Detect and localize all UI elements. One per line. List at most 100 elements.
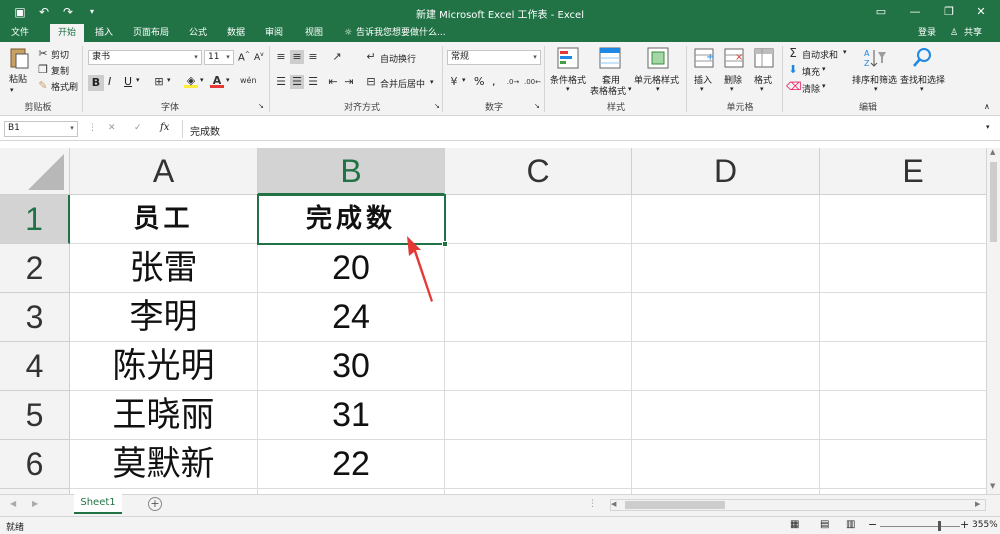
format-dropdown-icon[interactable]: ▾ bbox=[760, 85, 764, 93]
wrap-text-button[interactable]: 自动换行 bbox=[380, 52, 416, 65]
tab-page-layout[interactable]: 页面布局 bbox=[126, 24, 176, 42]
vertical-scrollbar[interactable]: ▲ ▼ bbox=[986, 148, 1000, 494]
increase-indent-icon[interactable]: ⇥ bbox=[342, 75, 356, 89]
column-header-e[interactable]: E bbox=[820, 148, 986, 195]
page-break-view-icon[interactable]: ▥ bbox=[846, 519, 855, 530]
format-as-table-icon[interactable] bbox=[598, 46, 624, 70]
row-header-3[interactable]: 3 bbox=[0, 293, 70, 342]
autosum-button[interactable]: 自动求和 bbox=[802, 48, 838, 61]
currency-icon[interactable]: ¥ bbox=[447, 75, 461, 89]
column-header-d[interactable]: D bbox=[632, 148, 820, 195]
cell-c6[interactable] bbox=[445, 440, 632, 489]
font-color-icon[interactable]: A bbox=[210, 74, 224, 88]
phonetic-guide-icon[interactable]: wén bbox=[240, 74, 257, 88]
row-header-5[interactable]: 5 bbox=[0, 391, 70, 440]
sheet-tab-sheet1[interactable]: Sheet1 bbox=[74, 494, 122, 514]
font-size-select[interactable]: 11 ▾ bbox=[204, 50, 234, 65]
cell-styles-icon[interactable] bbox=[646, 46, 672, 70]
column-header-b[interactable]: B bbox=[258, 148, 445, 195]
row-header-2[interactable]: 2 bbox=[0, 244, 70, 293]
sign-in-link[interactable]: 登录 bbox=[914, 24, 940, 42]
cell-d5[interactable] bbox=[632, 391, 820, 440]
number-dialog-launcher-icon[interactable]: ↘ bbox=[534, 102, 540, 110]
decrease-indent-icon[interactable]: ⇤ bbox=[326, 75, 340, 89]
cell-a1[interactable]: 员工 bbox=[70, 195, 258, 244]
borders-dropdown-icon[interactable]: ▾ bbox=[167, 76, 171, 84]
column-header-c[interactable]: C bbox=[445, 148, 632, 195]
currency-dropdown-icon[interactable]: ▾ bbox=[462, 76, 466, 84]
row-header-1[interactable]: 1 bbox=[0, 195, 70, 244]
cell-d3[interactable] bbox=[632, 293, 820, 342]
bold-button[interactable]: B bbox=[88, 75, 104, 91]
minimize-icon[interactable]: — bbox=[900, 0, 930, 24]
zoom-out-icon[interactable]: − bbox=[868, 518, 877, 531]
zoom-slider-thumb[interactable] bbox=[938, 521, 941, 531]
cell-c1[interactable] bbox=[445, 195, 632, 244]
zoom-in-icon[interactable]: + bbox=[960, 518, 969, 531]
increase-font-icon[interactable]: A^ bbox=[238, 51, 250, 63]
conditional-format-dropdown-icon[interactable]: ▾ bbox=[566, 85, 570, 93]
horizontal-scroll-thumb[interactable] bbox=[625, 501, 725, 509]
tab-home[interactable]: 开始 bbox=[50, 24, 84, 42]
find-dropdown-icon[interactable]: ▾ bbox=[920, 85, 924, 93]
tab-data[interactable]: 数据 bbox=[220, 24, 252, 42]
select-all-corner[interactable] bbox=[0, 148, 70, 195]
cell-a4[interactable]: 陈光明 bbox=[70, 342, 258, 391]
underline-button[interactable]: U bbox=[124, 75, 132, 88]
font-dialog-launcher-icon[interactable]: ↘ bbox=[258, 102, 264, 110]
cut-button[interactable]: 剪切 bbox=[51, 48, 69, 61]
paste-button[interactable]: 粘贴 bbox=[9, 72, 27, 85]
align-left-icon[interactable]: ☰ bbox=[274, 75, 288, 89]
delete-cells-icon[interactable]: × bbox=[722, 46, 748, 70]
sort-filter-icon[interactable]: AZ bbox=[862, 46, 888, 70]
zoom-slider[interactable] bbox=[880, 526, 960, 527]
merge-dropdown-icon[interactable]: ▾ bbox=[430, 78, 434, 86]
page-layout-view-icon[interactable]: ▤ bbox=[820, 519, 829, 530]
paste-icon[interactable] bbox=[8, 46, 34, 70]
format-as-table-label-2[interactable]: 表格格式 bbox=[590, 84, 626, 97]
cell-b6[interactable]: 22 bbox=[258, 440, 445, 489]
align-top-icon[interactable]: ≡ bbox=[274, 50, 288, 64]
cell-c4[interactable] bbox=[445, 342, 632, 391]
cell-d6[interactable] bbox=[632, 440, 820, 489]
cell-a2[interactable]: 张雷 bbox=[70, 244, 258, 293]
scroll-right-icon[interactable]: ▶ bbox=[975, 500, 980, 508]
tab-split-handle-icon[interactable]: ⋮ bbox=[588, 499, 597, 509]
collapse-ribbon-icon[interactable]: ∧ bbox=[984, 102, 990, 111]
cell-c5[interactable] bbox=[445, 391, 632, 440]
decrease-decimal-icon[interactable]: .00← bbox=[524, 75, 541, 89]
percent-button[interactable]: % bbox=[474, 75, 484, 88]
horizontal-scrollbar[interactable]: ◀ ▶ bbox=[610, 499, 986, 511]
cell-b5[interactable]: 31 bbox=[258, 391, 445, 440]
cell-a6[interactable]: 莫默新 bbox=[70, 440, 258, 489]
scroll-up-icon[interactable]: ▲ bbox=[990, 148, 995, 156]
cell-d1[interactable] bbox=[632, 195, 820, 244]
align-right-icon[interactable]: ☰ bbox=[306, 75, 320, 89]
font-color-dropdown-icon[interactable]: ▾ bbox=[226, 76, 230, 84]
format-as-table-dropdown-icon[interactable]: ▾ bbox=[628, 85, 632, 93]
ribbon-display-icon[interactable]: ▭ bbox=[866, 0, 896, 24]
cell-e4[interactable] bbox=[820, 342, 986, 391]
tab-review[interactable]: 审阅 bbox=[258, 24, 290, 42]
fill-color-dropdown-icon[interactable]: ▾ bbox=[200, 76, 204, 84]
find-select-icon[interactable] bbox=[910, 46, 936, 70]
scroll-down-icon[interactable]: ▼ bbox=[990, 482, 995, 490]
share-button[interactable]: 共享 bbox=[960, 24, 986, 42]
cell-e5[interactable] bbox=[820, 391, 986, 440]
align-bottom-icon[interactable]: ≡ bbox=[306, 50, 320, 64]
align-center-icon[interactable]: ☰ bbox=[290, 75, 304, 89]
insert-dropdown-icon[interactable]: ▾ bbox=[700, 85, 704, 93]
autosum-dropdown-icon[interactable]: ▾ bbox=[843, 48, 847, 56]
cell-d2[interactable] bbox=[632, 244, 820, 293]
confirm-entry-icon[interactable]: ✓ bbox=[134, 123, 142, 133]
font-name-select[interactable]: 隶书 ▾ bbox=[88, 50, 202, 65]
close-icon[interactable]: ✕ bbox=[966, 0, 996, 24]
number-format-select[interactable]: 常规 ▾ bbox=[447, 50, 541, 65]
conditional-format-icon[interactable] bbox=[556, 46, 582, 70]
cell-b4[interactable]: 30 bbox=[258, 342, 445, 391]
fill-button[interactable]: 填充 bbox=[802, 65, 820, 78]
cell-e6[interactable] bbox=[820, 440, 986, 489]
worksheet-grid[interactable]: A B C D E 1 2 3 4 5 6 员工 完成数 张雷 20 李明 24… bbox=[0, 148, 986, 494]
tab-insert[interactable]: 插入 bbox=[88, 24, 120, 42]
row-header-6[interactable]: 6 bbox=[0, 440, 70, 489]
